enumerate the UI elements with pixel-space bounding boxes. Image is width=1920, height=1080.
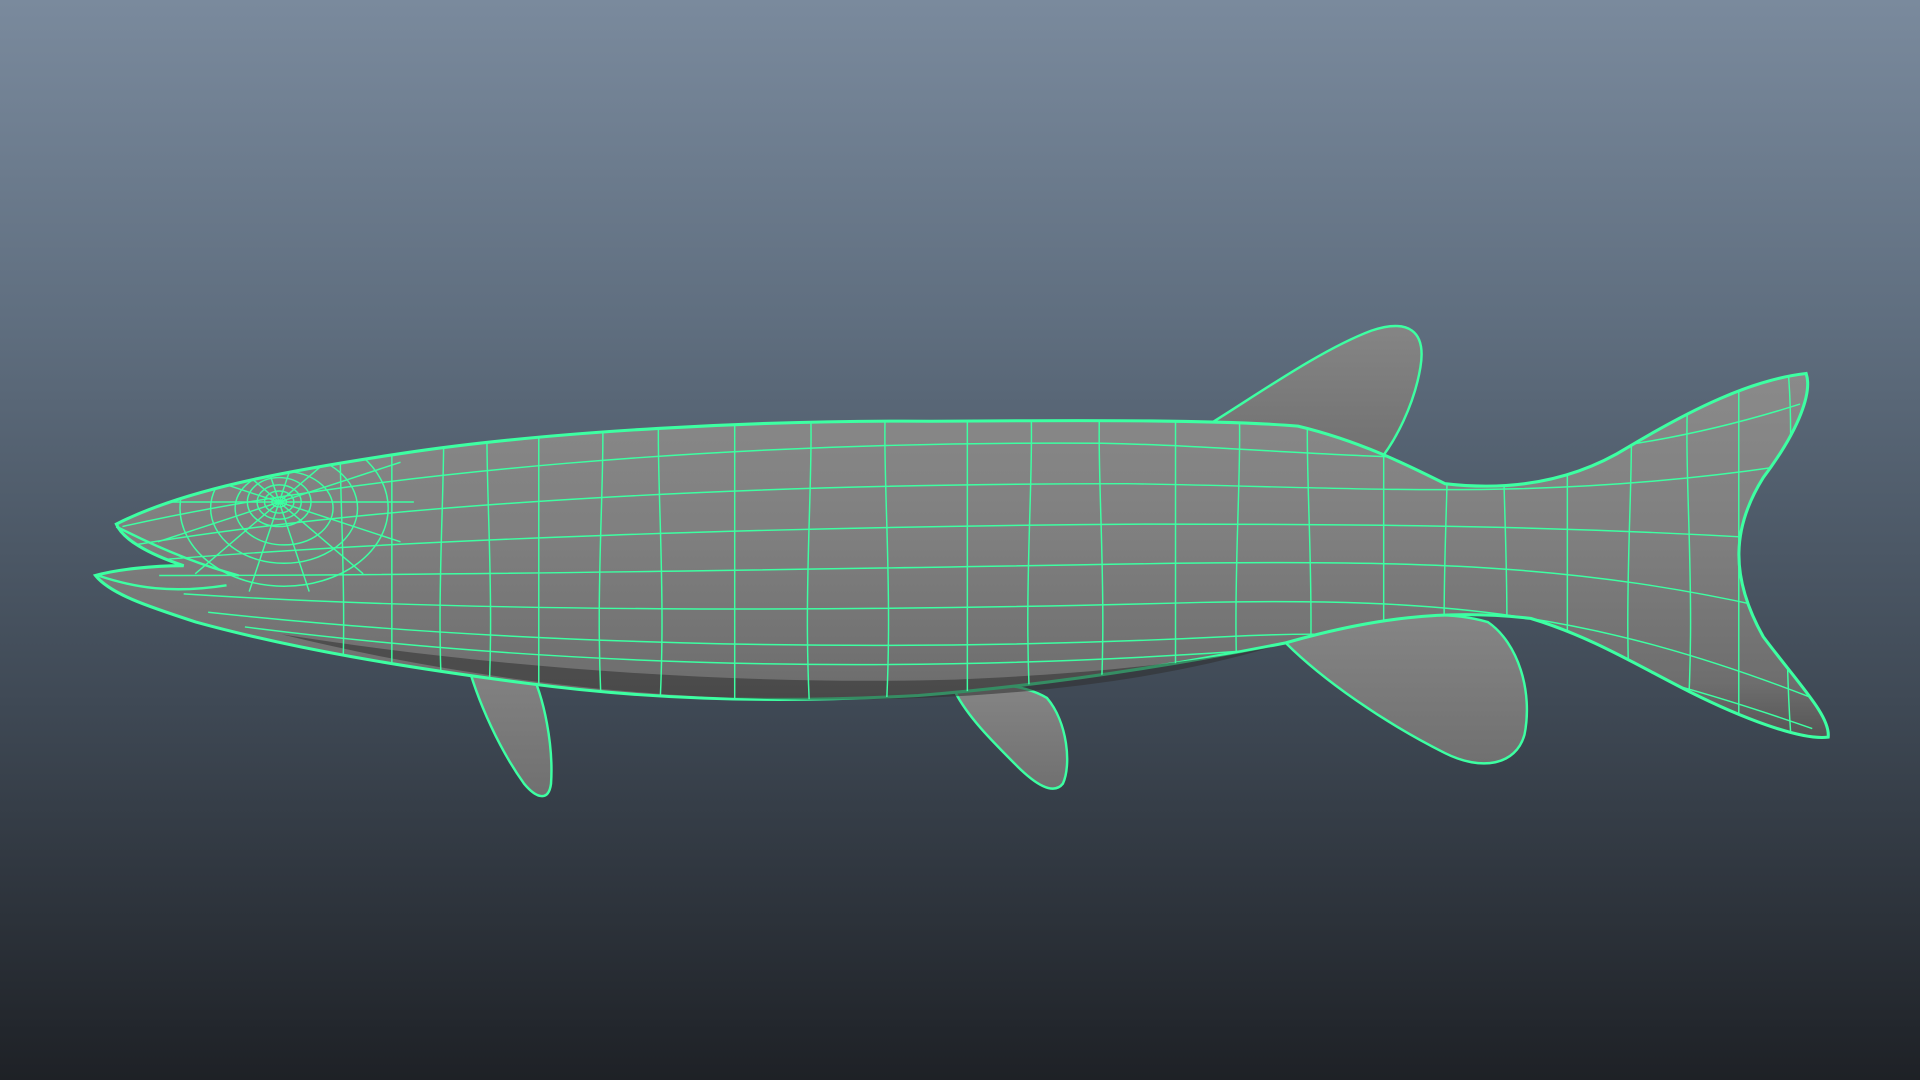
fish-mesh[interactable] xyxy=(92,324,1830,798)
pelvic-fin[interactable] xyxy=(953,683,1069,790)
scene-canvas[interactable] xyxy=(0,0,1920,1080)
3d-viewport[interactable] xyxy=(0,0,1920,1080)
anal-fin[interactable] xyxy=(1283,613,1529,765)
